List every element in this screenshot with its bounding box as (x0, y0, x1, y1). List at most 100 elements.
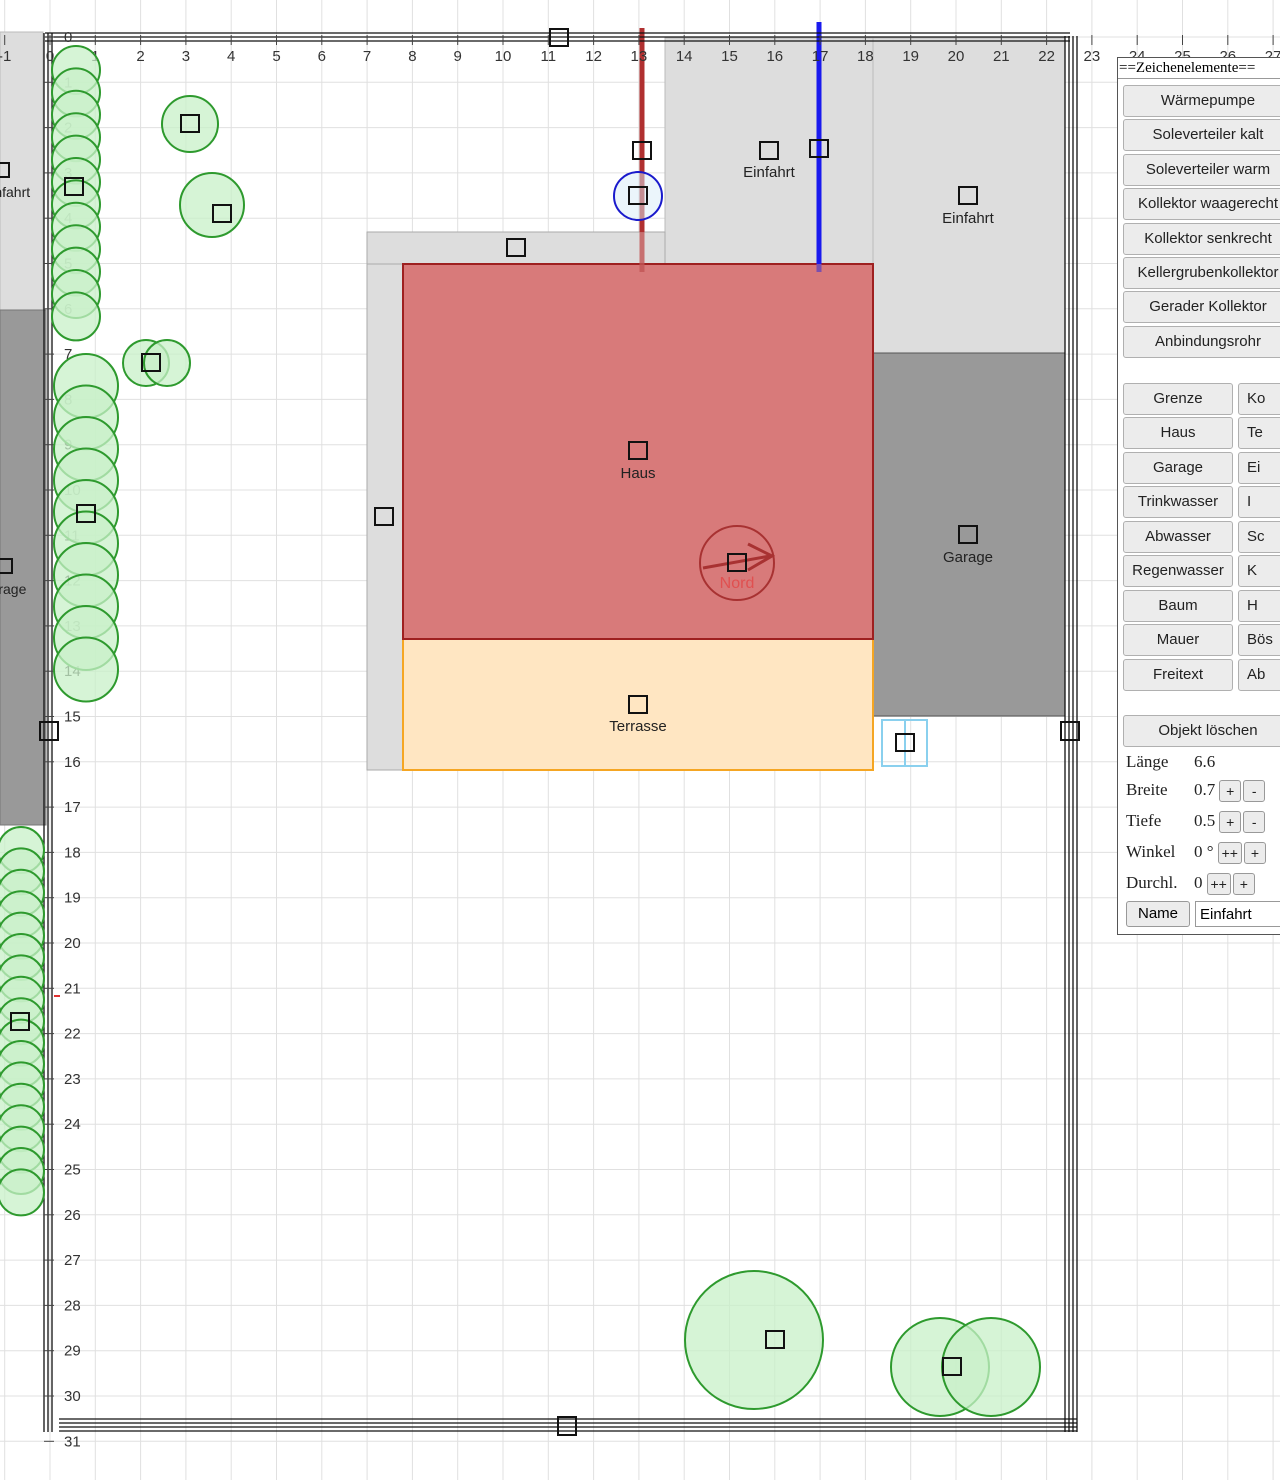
laenge-value: 6.6 (1194, 752, 1216, 771)
y-tick-label: 15 (64, 709, 81, 726)
breite-minus-button[interactable]: - (1243, 780, 1266, 803)
breite-label: Breite (1126, 780, 1168, 799)
x-tick-label: 12 (585, 48, 602, 65)
panel-title: ==Zeichenelemente== (1118, 58, 1280, 79)
kollektor-senkrecht-button[interactable]: Kollektor senkrecht (1123, 223, 1280, 255)
garage-left-area[interactable] (0, 309, 47, 826)
name-input[interactable] (1195, 901, 1280, 927)
regenwasser-button[interactable]: Regenwasser (1123, 555, 1233, 587)
y-tick-label: 17 (64, 799, 81, 816)
sc-button[interactable]: Sc (1238, 521, 1280, 553)
durchl-row: Durchl. 0 ++ + (1126, 873, 1257, 899)
hedge-tree[interactable] (0, 1168, 45, 1217)
objekt-loeschen-button[interactable]: Objekt löschen (1123, 715, 1280, 747)
x-tick-label: 4 (227, 48, 235, 65)
y-tick-label: 28 (64, 1297, 81, 1314)
hedge-tree[interactable] (53, 636, 119, 703)
garage-button[interactable]: Garage (1123, 452, 1233, 484)
x-tick-label: 17 (812, 48, 829, 65)
mauer-button[interactable]: Mauer (1123, 624, 1233, 656)
h-button[interactable]: H (1238, 590, 1280, 622)
x-tick-label: 8 (408, 48, 416, 65)
durchl-plusplus-button[interactable]: ++ (1206, 873, 1231, 896)
grenze-button[interactable]: Grenze (1123, 383, 1233, 415)
y-tick-label: 26 (64, 1207, 81, 1224)
x-tick-label: 23 (1084, 48, 1101, 65)
laenge-row: Länge 6.6 (1126, 752, 1219, 778)
terrasse-area[interactable] (402, 637, 874, 771)
handle[interactable] (557, 1416, 577, 1436)
garage-left-label: Garage (0, 581, 27, 597)
x-tick-label: 16 (766, 48, 783, 65)
tiefe-minus-button[interactable]: - (1243, 811, 1266, 834)
garage-right-area[interactable] (872, 352, 1066, 717)
tree-large[interactable] (684, 1270, 824, 1410)
soleverteiler-warm-button[interactable]: Soleverteiler warm (1123, 154, 1280, 186)
laenge-label: Länge (1126, 752, 1169, 771)
y-tick-label: 27 (64, 1252, 81, 1269)
tiefe-plus-button[interactable]: + (1219, 811, 1242, 834)
x-tick-label: 3 (182, 48, 190, 65)
ko-button[interactable]: Ko (1238, 383, 1280, 415)
hedge-tree[interactable] (51, 291, 101, 342)
breite-plus-button[interactable]: + (1219, 780, 1242, 803)
winkel-value: 0 ° (1194, 842, 1214, 861)
handle[interactable] (1060, 721, 1080, 741)
boes-button[interactable]: Bös (1238, 624, 1280, 656)
te-button[interactable]: Te (1238, 417, 1280, 449)
einfahrt-top-label: Einfahrt (743, 164, 796, 181)
tree[interactable] (143, 339, 191, 387)
durchl-value: 0 (1194, 873, 1203, 892)
kollektor-waagerecht-button[interactable]: Kollektor waagerecht (1123, 188, 1280, 220)
k-button[interactable]: K (1238, 555, 1280, 587)
ab-button[interactable]: Ab (1238, 659, 1280, 691)
haus-button[interactable]: Haus (1123, 417, 1233, 449)
x-tick-label: 13 (631, 48, 648, 65)
einfahrt-left-area[interactable] (0, 31, 44, 311)
winkel-plus-button[interactable]: + (1243, 842, 1266, 865)
path-strip-left[interactable] (366, 263, 404, 771)
x-tick-label: 5 (272, 48, 280, 65)
winkel-label: Winkel (1126, 842, 1176, 861)
path-strip-top[interactable] (366, 231, 666, 265)
x-tick-label: -1 (0, 48, 11, 65)
y-tick-label: 30 (64, 1388, 81, 1405)
durchl-label: Durchl. (1126, 873, 1178, 892)
durchl-plus-button[interactable]: + (1232, 873, 1255, 896)
waermepumpe-button[interactable]: Wärmepumpe (1123, 85, 1280, 117)
tree[interactable] (161, 95, 219, 153)
y-tick-label: 19 (64, 890, 81, 907)
einfahrt-right-area[interactable] (872, 37, 1066, 355)
y-tick-label: 24 (64, 1116, 81, 1133)
anbindungsrohr-button[interactable]: Anbindungsrohr (1123, 326, 1280, 358)
haus-area[interactable] (402, 263, 874, 640)
i-button[interactable]: I (1238, 486, 1280, 518)
x-tick-label: 14 (676, 48, 693, 65)
einfahrt-right-label: Einfahrt (942, 210, 995, 227)
y-tick-label: 31 (64, 1433, 81, 1450)
winkel-row: Winkel 0 ° ++ + (1126, 842, 1268, 868)
name-button[interactable]: Name (1126, 901, 1190, 927)
kellergrubenkollektor-button[interactable]: Kellergrubenkollektor (1123, 257, 1280, 289)
site-plan-canvas[interactable]: Einfahrt Garage -10123456789101112131415… (0, 0, 1280, 1480)
winkel-plusplus-button[interactable]: ++ (1217, 842, 1242, 865)
north-arrow[interactable]: Nord (699, 525, 776, 601)
gerader-kollektor-button[interactable]: Gerader Kollektor (1123, 291, 1280, 323)
ei-button[interactable]: Ei (1238, 452, 1280, 484)
tree-large[interactable] (941, 1317, 1041, 1417)
y-tick-label: 0 (64, 29, 72, 46)
pipe-junction-circle[interactable] (613, 171, 663, 221)
soleverteiler-kalt-button[interactable]: Soleverteiler kalt (1123, 119, 1280, 151)
haus-label: Haus (620, 465, 655, 482)
trinkwasser-button[interactable]: Trinkwasser (1123, 486, 1233, 518)
x-tick-label: 9 (454, 48, 462, 65)
einfahrt-top-area[interactable] (664, 37, 876, 265)
x-tick-label: 22 (1038, 48, 1055, 65)
y-tick-label: 16 (64, 754, 81, 771)
baum-button[interactable]: Baum (1123, 590, 1233, 622)
tiefe-value: 0.5 (1194, 811, 1216, 830)
breite-value: 0.7 (1194, 780, 1216, 799)
einfahrt-left-label: Einfahrt (0, 184, 30, 200)
abwasser-button[interactable]: Abwasser (1123, 521, 1233, 553)
freitext-button[interactable]: Freitext (1123, 659, 1233, 691)
